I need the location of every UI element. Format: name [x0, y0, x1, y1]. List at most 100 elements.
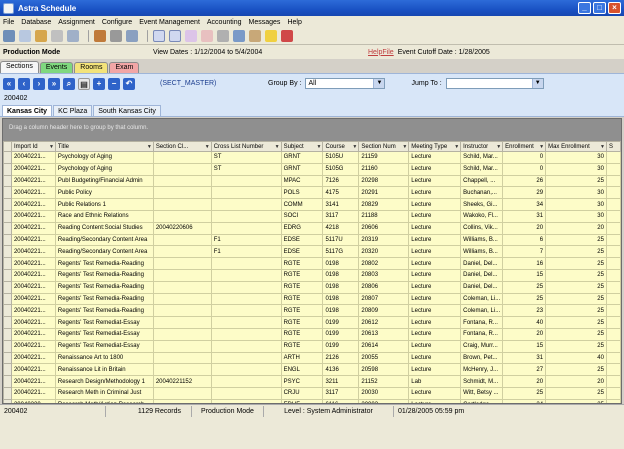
table-cell[interactable]: 20 [502, 221, 547, 235]
settings-icon[interactable] [110, 30, 122, 42]
table-cell[interactable]: 20319 [358, 233, 410, 247]
row-selector[interactable] [3, 386, 12, 400]
folder-icon[interactable] [35, 30, 47, 42]
grid-view-icon[interactable] [19, 30, 31, 42]
column-header[interactable]: Subject ▼ [280, 141, 324, 152]
lightbulb-icon[interactable] [265, 30, 277, 42]
table-cell[interactable] [605, 186, 621, 200]
table-cell[interactable]: 40 [545, 351, 607, 365]
table-cell[interactable] [210, 363, 282, 377]
table-cell[interactable]: 3141 [322, 198, 360, 211]
table-cell[interactable]: Publ Budgeting/Financial Admin [54, 174, 154, 188]
table-cell[interactable]: Lecture [408, 386, 462, 400]
table-cell[interactable]: 5105U [322, 151, 360, 164]
table-cell[interactable] [605, 339, 621, 353]
print-icon[interactable] [67, 30, 79, 42]
table-cell[interactable]: 20040221... [10, 363, 56, 377]
table-cell[interactable]: Lab [408, 375, 462, 388]
table-cell[interactable] [605, 268, 621, 282]
table-cell[interactable]: RGTE [280, 257, 324, 270]
table-cell[interactable]: Fontana, R... [460, 316, 504, 329]
table-cell[interactable]: Daniel, Del... [460, 257, 504, 270]
table-cell[interactable]: 20298 [358, 174, 410, 188]
column-header[interactable]: Meeting Type ▼ [408, 141, 462, 152]
report-icon[interactable] [185, 30, 197, 42]
group-by-drop-area[interactable]: Drag a column header here to group by th… [3, 119, 621, 141]
table-row[interactable]: 20040221... Regents' Test Remedia-Reading… [3, 304, 621, 318]
table-cell[interactable] [210, 257, 282, 270]
table-cell[interactable] [605, 304, 621, 318]
table-cell[interactable]: 7126 [322, 174, 360, 188]
table-cell[interactable]: 20040221... [10, 386, 56, 400]
table-cell[interactable] [605, 209, 621, 223]
table-cell[interactable]: 25 [545, 398, 607, 403]
table-cell[interactable] [152, 245, 212, 259]
table-cell[interactable]: 5117U [322, 233, 360, 247]
table-cell[interactable]: 24 [502, 398, 547, 403]
table-cell[interactable]: 30 [545, 162, 607, 176]
table-cell[interactable]: 0198 [322, 304, 360, 318]
table-cell[interactable] [210, 292, 282, 306]
table-cell[interactable] [605, 316, 621, 329]
row-selector[interactable] [3, 209, 12, 223]
table-cell[interactable] [152, 386, 212, 400]
table-cell[interactable]: Psychology of Aging [54, 162, 154, 176]
table-cell[interactable]: 20291 [358, 186, 410, 200]
menu-accounting[interactable]: Accounting [207, 19, 242, 26]
table-cell[interactable]: Schmidt, M... [460, 375, 504, 388]
table-cell[interactable]: 30 [545, 151, 607, 164]
column-header[interactable]: Section Num ▼ [358, 141, 410, 152]
column-header[interactable]: Enrollment ▼ [502, 141, 547, 152]
table-cell[interactable]: 20614 [358, 339, 410, 353]
table-row[interactable]: ▶20040220...Research Meth/Action Researc… [3, 398, 621, 403]
table-cell[interactable]: 30 [545, 198, 607, 211]
table-cell[interactable]: 20040221... [10, 316, 56, 329]
form-icon[interactable] [153, 30, 165, 42]
row-selector[interactable] [3, 268, 12, 282]
table-cell[interactable] [605, 327, 621, 341]
table-cell[interactable] [210, 304, 282, 318]
table-cell[interactable] [152, 268, 212, 282]
maximize-button[interactable]: □ [593, 2, 606, 14]
column-header[interactable]: Max Enrollment ▼ [545, 141, 607, 152]
table-cell[interactable]: 4175 [322, 186, 360, 200]
table-cell[interactable]: Regents' Test Remedia-Reading [54, 304, 154, 318]
chevron-down-icon[interactable]: ▼ [531, 79, 543, 88]
table-cell[interactable]: RGTE [280, 268, 324, 282]
table-cell[interactable]: Lecture [408, 174, 462, 188]
key-icon[interactable] [249, 30, 261, 42]
table-cell[interactable]: 0199 [322, 327, 360, 341]
table-row[interactable]: 20040221... Publ Budgeting/Financial Admi… [3, 174, 621, 188]
table-row[interactable]: 20040221... Regents' Test Remedia-Reading… [3, 280, 621, 294]
table-cell[interactable]: 25 [502, 280, 547, 294]
row-selector[interactable] [3, 363, 12, 377]
table-cell[interactable]: Renaissance Lit in Britain [54, 363, 154, 377]
table-cell[interactable]: Public Relations 1 [54, 198, 154, 211]
table-cell[interactable]: Lecture [408, 327, 462, 341]
table-cell[interactable]: Reading/Secondary Content Area [54, 233, 154, 247]
table-cell[interactable]: RGTE [280, 304, 324, 318]
table-cell[interactable]: Regents' Test Remedia-Reading [54, 257, 154, 270]
table-row[interactable]: 20040221... Race and Ethnic Relations SOCI… [3, 209, 621, 223]
table-cell[interactable]: 20040221... [10, 151, 56, 164]
table-cell[interactable]: Research Design/Methodology 1 [54, 375, 154, 388]
table-cell[interactable] [210, 386, 282, 400]
table-cell[interactable]: 20040221... [10, 174, 56, 188]
table-row[interactable]: 20040221... Research Design/Methodology 1… [3, 375, 621, 388]
table-cell[interactable] [152, 151, 212, 164]
table-row[interactable]: 20040221... Public Policy POLS 4175 20291 Lec… [3, 186, 621, 200]
filter-icon[interactable]: ▼ [600, 144, 605, 150]
table-cell[interactable]: 20040221... [10, 186, 56, 200]
table-cell[interactable]: 15 [502, 339, 547, 353]
table-cell[interactable]: 5117G [322, 245, 360, 259]
table-cell[interactable]: 40 [502, 316, 547, 329]
table-cell[interactable]: 25 [502, 292, 547, 306]
table-row[interactable]: 20040221... Regents' Test Remedia-Reading… [3, 268, 621, 282]
table-cell[interactable]: Lecture [408, 209, 462, 223]
table-cell[interactable]: Coleman, Li... [460, 304, 504, 318]
table-cell[interactable]: RGTE [280, 339, 324, 353]
table-cell[interactable]: Williams, B... [460, 245, 504, 259]
table-cell[interactable]: Lecture [408, 363, 462, 377]
table-cell[interactable] [210, 186, 282, 200]
calendar-icon[interactable] [126, 30, 138, 42]
